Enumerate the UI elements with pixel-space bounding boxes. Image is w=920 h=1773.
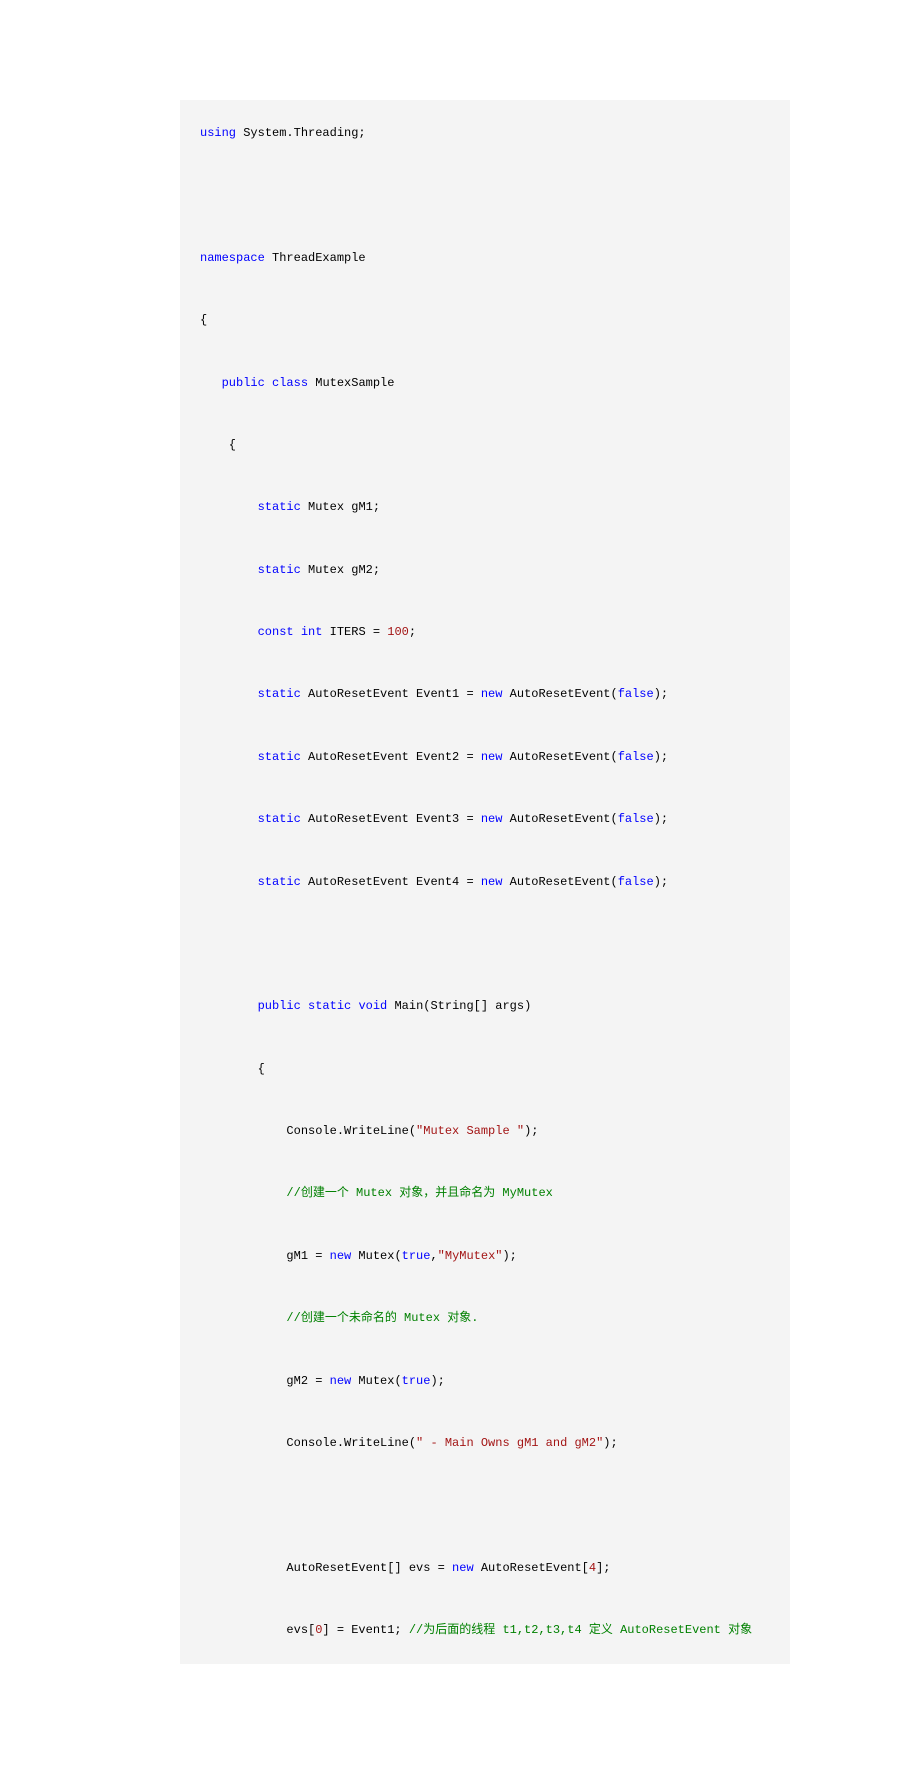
code-content: using System.Threading; namespace Thread… bbox=[200, 126, 752, 1637]
code-block: using System.Threading; namespace Thread… bbox=[180, 100, 790, 1664]
